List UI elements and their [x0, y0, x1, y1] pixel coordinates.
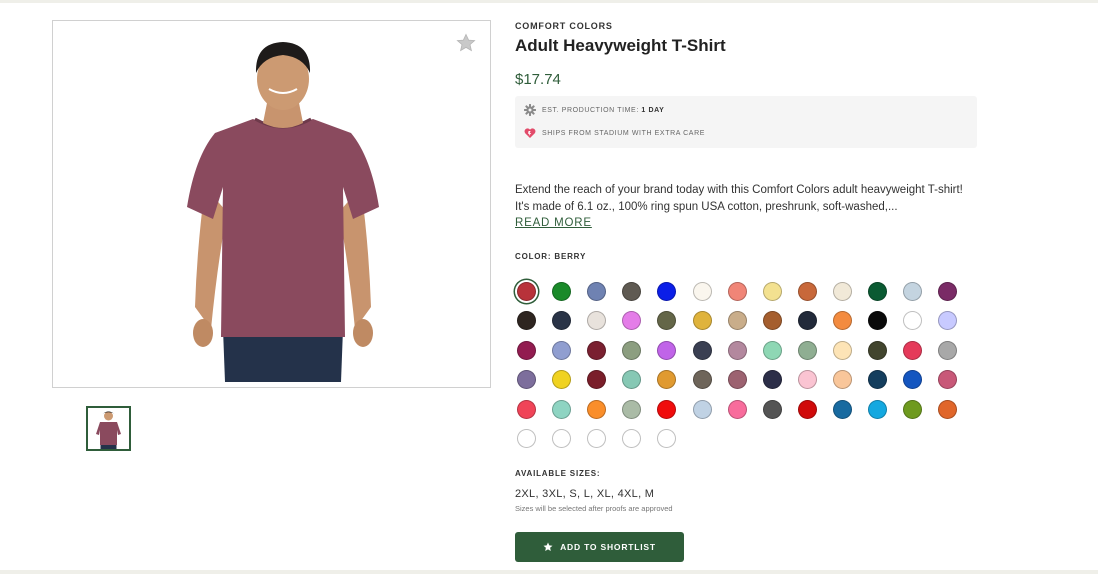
- color-swatch[interactable]: [727, 399, 747, 419]
- color-swatch[interactable]: [938, 370, 958, 390]
- color-swatch[interactable]: [762, 370, 782, 390]
- add-to-shortlist-button[interactable]: ADD TO SHORTLIST: [515, 532, 684, 562]
- thumbnail-image: [88, 408, 129, 449]
- color-swatch[interactable]: [868, 311, 887, 331]
- color-swatch[interactable]: [762, 311, 782, 331]
- color-swatch[interactable]: [692, 282, 712, 301]
- color-swatch[interactable]: [762, 282, 782, 301]
- color-swatch[interactable]: [587, 340, 607, 360]
- color-swatch[interactable]: [868, 370, 887, 390]
- color-swatch[interactable]: [727, 311, 747, 331]
- heart-badge-icon: [524, 128, 536, 138]
- color-swatch[interactable]: [903, 370, 923, 390]
- color-swatch[interactable]: [727, 282, 747, 301]
- color-swatch[interactable]: [832, 340, 852, 360]
- product-thumbnail[interactable]: [86, 406, 131, 451]
- color-swatch[interactable]: [622, 399, 642, 419]
- color-swatch[interactable]: [938, 282, 958, 301]
- color-swatch[interactable]: [903, 340, 923, 360]
- product-description: Extend the reach of your brand today wit…: [515, 184, 963, 213]
- color-swatch[interactable]: [727, 340, 747, 360]
- product-main-image[interactable]: [52, 20, 491, 388]
- color-swatch[interactable]: [762, 399, 782, 419]
- color-swatch[interactable]: [938, 399, 958, 419]
- color-swatch[interactable]: [797, 370, 817, 390]
- sizes-note: Sizes will be selected after proofs are …: [515, 504, 673, 513]
- sizes-label: AVAILABLE SIZES:: [515, 469, 601, 478]
- color-swatch[interactable]: [868, 340, 887, 360]
- color-swatch[interactable]: [903, 311, 923, 331]
- color-swatch[interactable]: [622, 340, 642, 360]
- color-swatch[interactable]: [657, 282, 677, 301]
- color-swatch[interactable]: [727, 370, 747, 390]
- color-swatch[interactable]: [552, 370, 572, 390]
- color-swatch[interactable]: [692, 370, 712, 390]
- production-time-label: EST. PRODUCTION TIME:: [542, 106, 639, 114]
- color-swatch[interactable]: [692, 340, 712, 360]
- product-price: $17.74: [515, 71, 561, 88]
- color-swatch[interactable]: [517, 282, 536, 301]
- color-swatch[interactable]: [587, 399, 607, 419]
- color-swatch[interactable]: [868, 282, 887, 301]
- production-time-value: 1 DAY: [641, 106, 665, 114]
- color-swatch[interactable]: [552, 429, 572, 448]
- add-to-shortlist-label: ADD TO SHORTLIST: [560, 542, 656, 552]
- color-swatch[interactable]: [762, 340, 782, 360]
- color-swatch[interactable]: [832, 282, 852, 301]
- color-swatch[interactable]: [622, 282, 642, 301]
- color-swatch[interactable]: [657, 429, 677, 448]
- color-swatch[interactable]: [938, 340, 958, 360]
- color-swatch[interactable]: [552, 282, 572, 301]
- color-swatch[interactable]: [587, 282, 607, 301]
- shipping-row: SHIPS FROM STADIUM WITH EXTRA CARE: [524, 127, 705, 139]
- color-swatch[interactable]: [692, 399, 712, 419]
- color-swatch[interactable]: [657, 311, 677, 331]
- color-swatch[interactable]: [797, 340, 817, 360]
- color-swatch[interactable]: [797, 399, 817, 419]
- color-swatch[interactable]: [657, 399, 677, 419]
- color-swatch[interactable]: [517, 399, 536, 419]
- sizes-list: 2XL, 3XL, S, L, XL, 4XL, M: [515, 488, 655, 500]
- color-swatch[interactable]: [517, 340, 536, 360]
- color-swatch[interactable]: [868, 399, 887, 419]
- color-swatch[interactable]: [832, 311, 852, 331]
- color-swatch[interactable]: [797, 311, 817, 331]
- color-swatch[interactable]: [517, 311, 536, 331]
- color-swatch[interactable]: [832, 370, 852, 390]
- production-info-box: EST. PRODUCTION TIME: 1 DAY SHIPS FROM S…: [515, 96, 977, 148]
- color-swatch[interactable]: [938, 311, 958, 331]
- shipping-label: SHIPS FROM STADIUM WITH EXTRA CARE: [542, 129, 706, 137]
- color-swatch[interactable]: [657, 370, 677, 390]
- color-swatch[interactable]: [622, 429, 642, 448]
- product-brand: COMFORT COLORS: [515, 21, 613, 31]
- color-swatch[interactable]: [657, 340, 677, 360]
- read-more-link[interactable]: READ MORE: [515, 217, 592, 229]
- color-swatch[interactable]: [797, 282, 817, 301]
- color-swatch[interactable]: [622, 311, 642, 331]
- product-title: Adult Heavyweight T-Shirt: [515, 36, 726, 55]
- color-swatch[interactable]: [587, 370, 607, 390]
- color-swatch[interactable]: [692, 311, 712, 331]
- gear-icon: [524, 104, 536, 116]
- favorite-star-icon[interactable]: [456, 33, 476, 53]
- page-bottom-strip: [0, 570, 1098, 574]
- color-swatch[interactable]: [587, 429, 607, 448]
- color-swatch[interactable]: [832, 399, 852, 419]
- color-label: COLOR: BERRY: [515, 252, 587, 261]
- color-swatch[interactable]: [552, 340, 572, 360]
- color-swatch[interactable]: [552, 311, 572, 331]
- model-image: [187, 42, 379, 382]
- color-swatch[interactable]: [517, 370, 536, 390]
- color-swatch[interactable]: [517, 429, 536, 448]
- color-swatch[interactable]: [903, 399, 923, 419]
- color-swatch[interactable]: [552, 399, 572, 419]
- color-swatch[interactable]: [587, 311, 607, 331]
- star-icon: [543, 542, 553, 551]
- color-swatch[interactable]: [622, 370, 642, 390]
- color-swatch[interactable]: [903, 282, 923, 301]
- production-time-row: EST. PRODUCTION TIME: 1 DAY: [524, 104, 664, 116]
